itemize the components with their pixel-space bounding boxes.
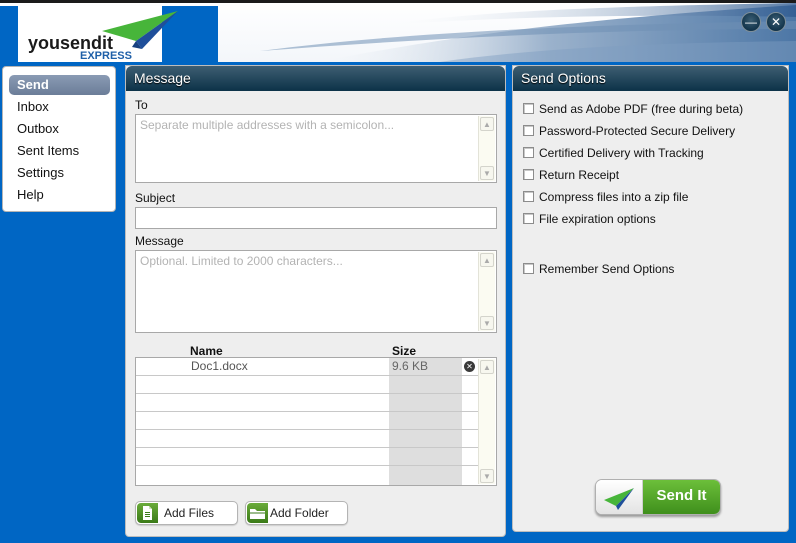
sidebar-item-settings[interactable]: Settings [9, 163, 110, 183]
sidebar-item-sent-items[interactable]: Sent Items [9, 141, 110, 161]
product-name: EXPRESS [80, 50, 132, 62]
add-files-label: Add Files [164, 506, 215, 520]
checkbox[interactable] [523, 103, 534, 114]
scroll-down-icon[interactable]: ▼ [480, 166, 494, 180]
send-options-panel: Send Options Send as Adobe PDF (free dur… [512, 65, 789, 532]
send-it-button[interactable]: Send It [595, 479, 721, 515]
file-row-empty [136, 466, 479, 484]
file-row-empty [136, 412, 479, 430]
message-scrollbar[interactable]: ▲ ▼ [478, 252, 495, 331]
message-panel-title: Message [126, 66, 505, 91]
scroll-up-icon[interactable]: ▲ [480, 253, 494, 267]
subject-field[interactable] [135, 207, 497, 229]
option-label: Certified Delivery with Tracking [539, 146, 704, 160]
close-button[interactable]: ✕ [766, 12, 786, 32]
file-row-empty [136, 394, 479, 412]
column-header-name[interactable]: Name [190, 344, 223, 358]
scroll-up-icon[interactable]: ▲ [480, 117, 494, 131]
scroll-up-icon[interactable]: ▲ [480, 360, 494, 374]
sidebar-nav: Send Inbox Outbox Sent Items Settings He… [2, 66, 116, 212]
add-folder-label: Add Folder [270, 506, 329, 520]
app-header: yousendit EXPRESS — ✕ [0, 0, 796, 62]
subject-label: Subject [135, 191, 176, 205]
file-row-empty [136, 448, 479, 466]
checkbox[interactable] [523, 213, 534, 224]
send-plane-icon [596, 480, 643, 514]
file-list-scrollbar[interactable]: ▲ ▼ [478, 359, 495, 484]
file-row-empty [136, 430, 479, 448]
to-scrollbar[interactable]: ▲ ▼ [478, 116, 495, 181]
logo: yousendit EXPRESS [18, 6, 178, 62]
message-panel: Message To Separate multiple addresses w… [125, 65, 506, 537]
option-label: File expiration options [539, 212, 656, 226]
file-name: Doc1.docx [191, 359, 248, 373]
checkbox[interactable] [523, 125, 534, 136]
add-files-button[interactable]: Add Files [135, 501, 238, 525]
option-label: Remember Send Options [539, 262, 675, 276]
option-label: Compress files into a zip file [539, 190, 689, 204]
folder-icon [247, 503, 268, 523]
file-row[interactable]: Doc1.docx 9.6 KB ✕ [136, 358, 479, 376]
sidebar-item-inbox[interactable]: Inbox [9, 97, 110, 117]
send-it-label: Send It [643, 480, 720, 514]
message-field[interactable]: Optional. Limited to 2000 characters... … [135, 250, 497, 333]
message-placeholder: Optional. Limited to 2000 characters... [140, 254, 343, 268]
option-label: Send as Adobe PDF (free during beta) [539, 102, 744, 116]
checkbox[interactable] [523, 191, 534, 202]
sidebar-item-outbox[interactable]: Outbox [9, 119, 110, 139]
checkbox[interactable] [523, 147, 534, 158]
option-label: Password-Protected Secure Delivery [539, 124, 736, 138]
file-row-empty [136, 376, 479, 394]
message-label: Message [135, 234, 184, 248]
checkbox[interactable] [523, 263, 534, 274]
sidebar-item-help[interactable]: Help [9, 185, 110, 205]
send-options-title: Send Options [513, 66, 788, 91]
close-icon: ✕ [770, 15, 782, 29]
scroll-down-icon[interactable]: ▼ [480, 469, 494, 483]
remove-file-icon[interactable]: ✕ [464, 361, 475, 372]
minimize-icon: — [745, 15, 757, 29]
to-label: To [135, 98, 148, 112]
to-placeholder: Separate multiple addresses with a semic… [140, 118, 395, 132]
checkbox[interactable] [523, 169, 534, 180]
option-label: Return Receipt [539, 168, 620, 182]
logo-area: yousendit EXPRESS [0, 6, 218, 62]
file-icon [137, 503, 158, 523]
to-field[interactable]: Separate multiple addresses with a semic… [135, 114, 497, 183]
add-folder-button[interactable]: Add Folder [245, 501, 348, 525]
sidebar-item-send[interactable]: Send [9, 75, 110, 95]
scroll-down-icon[interactable]: ▼ [480, 316, 494, 330]
column-header-size[interactable]: Size [392, 344, 416, 358]
minimize-button[interactable]: — [741, 12, 761, 32]
file-list: Doc1.docx 9.6 KB ✕ ▲ ▼ [135, 357, 497, 486]
file-size: 9.6 KB [392, 359, 429, 373]
paper-plane-logo-icon [102, 11, 178, 49]
